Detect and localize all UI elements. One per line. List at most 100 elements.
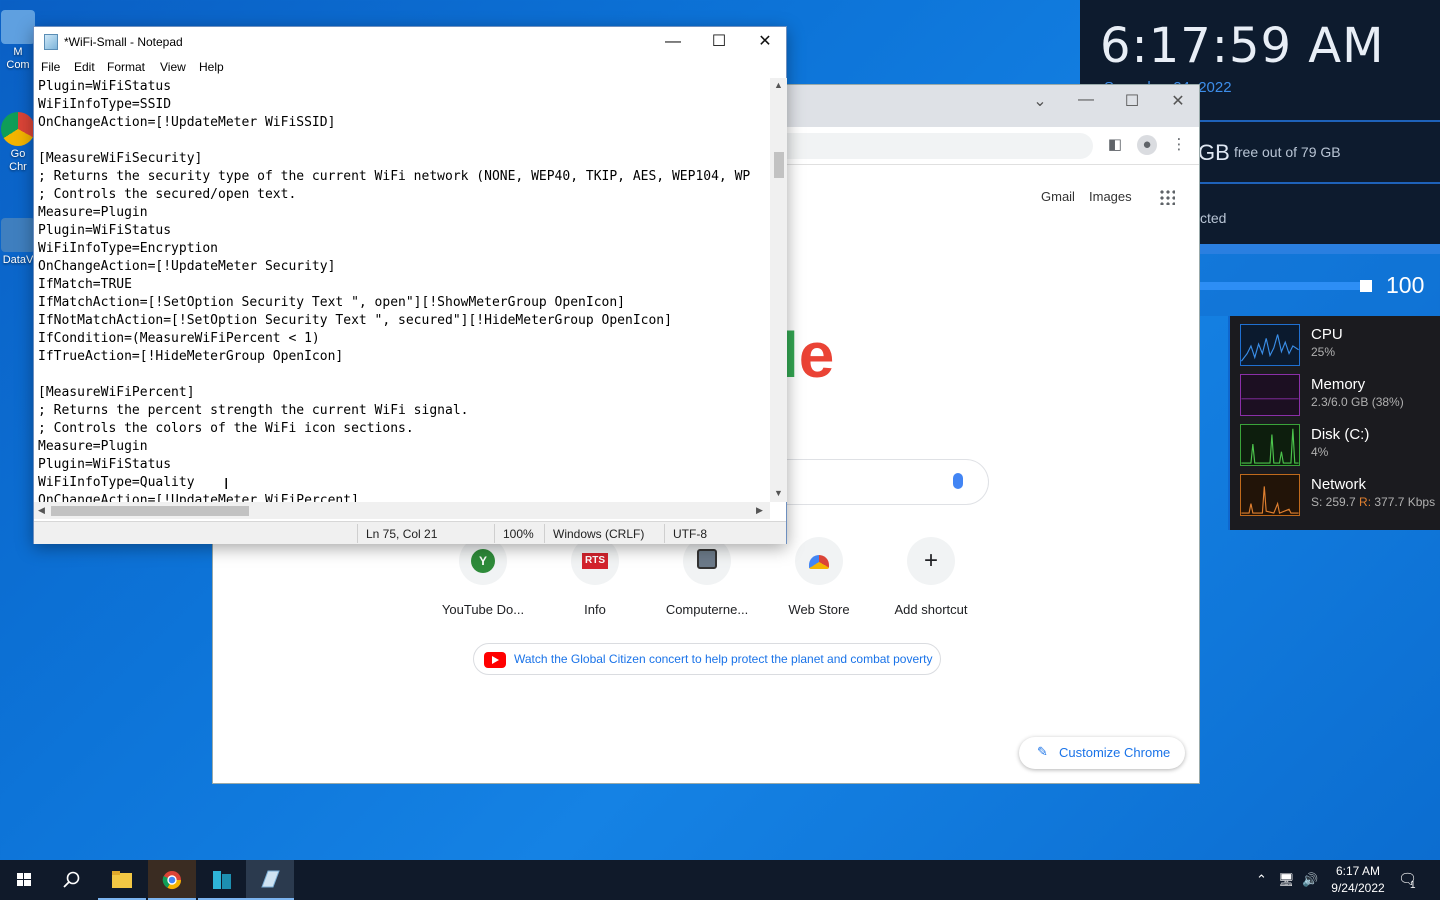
perf-item-cpu[interactable]: CPU 25% — [1240, 324, 1440, 368]
network-send: S: 259.7 — [1311, 495, 1360, 509]
menu-file[interactable]: File — [41, 60, 60, 74]
shortcut-icon — [683, 537, 731, 585]
network-icon[interactable]: 🖥 — [1278, 872, 1295, 888]
shortcut-label: YouTube Do... — [441, 602, 525, 617]
clock-time: 6:17:59 AM — [1100, 18, 1385, 74]
start-button[interactable] — [0, 860, 48, 900]
menu-kebab-icon[interactable]: ⋮ — [1169, 135, 1189, 155]
chrome-icon — [1, 112, 35, 146]
text-line — [38, 366, 770, 384]
shortcut-icon: Y — [459, 537, 507, 585]
encoding: UTF-8 — [673, 527, 707, 541]
windows-logo-icon — [17, 873, 31, 886]
gmail-link[interactable]: Gmail — [1041, 189, 1075, 204]
perf-item-disk[interactable]: Disk (C:) 4% — [1240, 424, 1440, 468]
side-panel-icon[interactable]: ◧ — [1105, 135, 1125, 155]
horizontal-scrollbar[interactable]: ◀ ▶ — [34, 502, 770, 519]
youtube-y-icon: Y — [471, 549, 495, 573]
maximize-button[interactable]: ☐ — [696, 27, 742, 57]
text-line: [MeasureWiFiSecurity] — [38, 151, 203, 166]
network-graph — [1240, 474, 1300, 516]
images-link[interactable]: Images — [1089, 189, 1132, 204]
search-button[interactable] — [48, 860, 96, 900]
profile-icon[interactable]: ● — [1137, 135, 1157, 155]
scroll-right-arrow-icon[interactable]: ▶ — [756, 505, 763, 516]
disk-free-text: free out of 79 GB — [1234, 144, 1341, 160]
text-line: Measure=Plugin — [38, 205, 148, 220]
text-line: ; Returns the percent strength the curre… — [38, 403, 469, 418]
promo-text: Watch the Global Citizen concert to help… — [514, 652, 933, 666]
text-line: IfNotMatchAction=[!SetOption Security Te… — [38, 313, 672, 328]
pencil-icon: ✎ — [1037, 744, 1048, 759]
minimize-button[interactable]: — — [650, 27, 696, 57]
menu-help[interactable]: Help — [199, 60, 224, 74]
voice-search-icon[interactable] — [953, 473, 963, 489]
desktop-icon-computer[interactable]: M Com — [0, 10, 36, 72]
network-recv: 377.7 Kbps — [1371, 495, 1436, 509]
divider — [544, 524, 545, 543]
google-apps-icon[interactable] — [1159, 189, 1175, 205]
perf-item-network[interactable]: Network S: 259.7 R: 377.7 Kbps — [1240, 474, 1440, 518]
shortcut-add[interactable]: + Add shortcut — [875, 537, 987, 617]
perf-item-value: 4% — [1311, 445, 1329, 459]
address-bar[interactable] — [773, 133, 1093, 159]
scroll-left-arrow-icon[interactable]: ◀ — [38, 505, 45, 516]
shortcut-computerne[interactable]: Computerne... — [651, 537, 763, 617]
horizontal-scroll-thumb[interactable] — [51, 506, 249, 516]
perf-item-name: Memory — [1311, 376, 1366, 393]
divider — [664, 524, 665, 543]
customize-chrome-button[interactable]: ✎ Customize Chrome — [1019, 737, 1185, 769]
scroll-down-arrow-icon[interactable]: ▼ — [774, 488, 783, 498]
perf-item-name: Disk (C:) — [1311, 426, 1370, 443]
ibeam-cursor-icon: I — [224, 476, 229, 493]
tab-search-icon[interactable]: ⌄ — [1017, 91, 1063, 111]
text-line: [MeasureWiFiPercent] — [38, 385, 195, 400]
text-line: IfCondition=(MeasureWiFiPercent < 1) — [38, 331, 320, 346]
volume-value: 100 — [1386, 272, 1425, 298]
shortcut-webstore[interactable]: Web Store — [763, 537, 875, 617]
volume-icon[interactable]: 🔊 — [1302, 872, 1318, 888]
close-button[interactable]: ✕ — [742, 27, 788, 57]
perf-item-memory[interactable]: Memory 2.3/6.0 GB (38%) — [1240, 374, 1440, 418]
text-line — [38, 132, 770, 150]
web-store-icon — [809, 555, 829, 569]
window-title: *WiFi-Small - Notepad — [64, 35, 183, 49]
text-line: OnChangeAction=[!UpdateMeter Security] — [38, 259, 336, 274]
perf-item-name: CPU — [1311, 326, 1343, 343]
notepad-window: *WiFi-Small - Notepad — ☐ ✕ File Edit Fo… — [33, 26, 787, 544]
taskbar-clock[interactable]: 6:17 AM 9/24/2022 — [1330, 863, 1386, 897]
divider — [494, 524, 495, 543]
close-button[interactable]: ✕ — [1155, 91, 1201, 111]
show-hidden-icons-icon[interactable]: ⌃ — [1256, 872, 1267, 888]
promo-banner[interactable]: Watch the Global Citizen concert to help… — [473, 643, 941, 675]
taskbar-file-explorer[interactable] — [98, 860, 146, 900]
text-line: OnChangeAction=[!UpdateMeter WiFiSSID] — [38, 115, 336, 130]
volume-slider-fill — [1200, 282, 1360, 290]
cpu-graph — [1240, 324, 1300, 366]
customize-chrome-label: Customize Chrome — [1059, 745, 1171, 760]
menu-edit[interactable]: Edit — [74, 60, 95, 74]
minimize-button[interactable]: — — [1063, 91, 1109, 109]
desktop-icon-chrome[interactable]: Go Chr — [0, 112, 36, 174]
text-editor-area[interactable]: Plugin=WiFiStatus WiFiInfoType=SSID OnChan… — [38, 78, 770, 502]
notepad-titlebar[interactable]: *WiFi-Small - Notepad — ☐ ✕ — [34, 27, 786, 57]
vertical-scroll-thumb[interactable] — [774, 152, 784, 178]
text-line: IfTrueAction=[!HideMeterGroup OpenIcon] — [38, 349, 344, 364]
menu-view[interactable]: View — [160, 60, 186, 74]
taskbar-chrome[interactable] — [148, 860, 196, 900]
youtube-icon — [484, 652, 506, 668]
text-line: WiFiInfoType=Encryption — [38, 241, 219, 256]
menu-format[interactable]: Format — [107, 60, 145, 74]
desktop-icon-datav[interactable]: DataV — [0, 218, 36, 267]
taskbar-app[interactable] — [198, 860, 246, 900]
shortcut-youtube[interactable]: Y YouTube Do... — [427, 537, 539, 617]
maximize-button[interactable]: ☐ — [1109, 91, 1155, 111]
taskbar-notepad[interactable] — [246, 860, 294, 900]
volume-slider-handle[interactable] — [1360, 280, 1372, 292]
shortcut-info[interactable]: RTS Info — [539, 537, 651, 617]
vertical-scrollbar[interactable]: ▲ ▼ — [770, 78, 787, 502]
scroll-up-arrow-icon[interactable]: ▲ — [774, 80, 783, 90]
network-status-text: cted — [1200, 210, 1227, 226]
text-line: ; Returns the security type of the curre… — [38, 169, 751, 184]
text-line: IfMatch=TRUE — [38, 277, 132, 292]
